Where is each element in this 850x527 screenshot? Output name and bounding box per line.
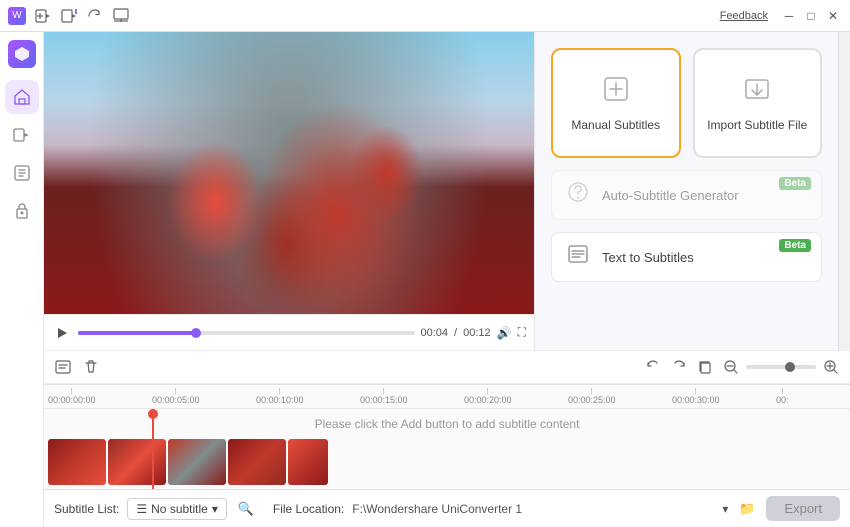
timeline-tools: [44, 350, 850, 384]
ruler-mark-0: 00:00:00:00: [48, 388, 96, 405]
text-to-subtitle-row[interactable]: Text to Subtitles Beta: [551, 232, 822, 282]
timeline-area: 00:00:00:00 00:00:05:00 00:00:10:00 00:0…: [44, 384, 850, 489]
ruler-mark-4: 00:00:20:00: [464, 388, 512, 405]
minimize-button[interactable]: ─: [780, 7, 798, 25]
time-ruler: 00:00:00:00 00:00:05:00 00:00:10:00 00:0…: [44, 385, 850, 409]
ruler-mark-6: 00:00:30:00: [672, 388, 720, 405]
subtitle-select-icon: ☰: [136, 502, 147, 516]
text-to-subtitle-label: Text to Subtitles: [602, 250, 694, 265]
sidebar-item-compress[interactable]: [5, 156, 39, 190]
text-to-subtitle-icon: [564, 243, 592, 271]
subtitle-options-row: Manual Subtitles Import Subtitle File: [551, 48, 822, 158]
zoom-out-button[interactable]: [720, 356, 742, 378]
manual-subtitle-label: Manual Subtitles: [571, 118, 660, 132]
file-location-label: File Location:: [273, 502, 344, 516]
subtitle-list-label: Subtitle List:: [54, 502, 119, 516]
player-controls: 00:04 / 00:12 🔊 ⛶: [44, 314, 534, 350]
feedback-link[interactable]: Feedback: [720, 10, 768, 22]
video-panel-row: 00:04 / 00:12 🔊 ⛶: [44, 32, 850, 350]
strip-thumb-5: [288, 439, 328, 485]
fullscreen-button[interactable]: ⛶: [518, 325, 526, 340]
ruler-mark-2: 00:00:10:00: [256, 388, 304, 405]
title-bar: W: [0, 0, 850, 32]
video-player: [44, 32, 534, 314]
strip-thumb-1: [48, 439, 106, 485]
copy-button[interactable]: [694, 356, 716, 378]
manual-subtitles-card[interactable]: Manual Subtitles: [551, 48, 681, 158]
ruler-mark-5: 00:00:25:00: [568, 388, 616, 405]
subtitle-dropdown-icon: ▾: [212, 502, 218, 516]
file-path-arrow: ▾: [722, 502, 728, 516]
sidebar-logo: [8, 40, 36, 68]
text-tool-button[interactable]: [52, 356, 74, 378]
zoom-handle: [785, 362, 795, 372]
right-scrollbar[interactable]: [838, 32, 850, 350]
sidebar-item-convert[interactable]: [5, 118, 39, 152]
progress-bar[interactable]: [78, 331, 415, 335]
subtitle-message: Please click the Add button to add subti…: [44, 417, 850, 431]
video-background: [44, 32, 534, 314]
sidebar: [0, 32, 44, 527]
ruler-mark-3: 00:00:15:00: [360, 388, 408, 405]
main-area: 00:04 / 00:12 🔊 ⛶: [0, 32, 850, 527]
zoom-in-button[interactable]: [820, 356, 842, 378]
subtitle-select[interactable]: ☰ No subtitle ▾: [127, 498, 227, 520]
open-folder-button[interactable]: 📁: [736, 498, 758, 520]
timeline-tools-right: [642, 356, 842, 378]
progress-handle: [191, 328, 201, 338]
subtitle-search-button[interactable]: 🔍: [235, 498, 257, 520]
export-button: Export: [766, 496, 840, 521]
import-subtitle-label: Import Subtitle File: [707, 118, 807, 132]
timeline-tools-left: [52, 356, 102, 378]
time-display: 00:04: [421, 327, 449, 339]
zoom-slider[interactable]: [746, 365, 816, 369]
redo-button[interactable]: [668, 356, 690, 378]
rotate-button[interactable]: [84, 5, 106, 27]
title-bar-right: Feedback ─ □ ✕: [720, 7, 842, 25]
text-to-subtitle-beta-badge: Beta: [779, 239, 811, 252]
ruler-mark-1: 00:00:05:00: [152, 388, 200, 405]
subtitle-select-value: No subtitle: [151, 502, 208, 516]
manual-subtitle-icon: [602, 75, 630, 110]
volume-icon[interactable]: 🔊: [497, 326, 512, 340]
toolbar-icons: [32, 5, 132, 27]
auto-subtitle-beta-badge: Beta: [779, 177, 811, 190]
strip-thumb-4: [228, 439, 286, 485]
strip-thumb-2: [108, 439, 166, 485]
strip-thumb-3: [168, 439, 226, 485]
time-separator: /: [454, 327, 457, 339]
progress-fill: [78, 331, 196, 335]
sidebar-item-watermark[interactable]: [5, 194, 39, 228]
undo-button[interactable]: [642, 356, 664, 378]
auto-subtitle-icon: [564, 181, 592, 209]
video-strip: [48, 439, 846, 485]
delete-button[interactable]: [80, 356, 102, 378]
video-section: 00:04 / 00:12 🔊 ⛶: [44, 32, 534, 350]
file-path: F:\Wondershare UniConverter 1: [352, 502, 714, 516]
title-bar-left: W: [8, 5, 132, 27]
ruler-mark-7: 00:: [776, 388, 789, 405]
time-total: 00:12: [463, 327, 491, 339]
settings-button[interactable]: [110, 5, 132, 27]
play-button[interactable]: [52, 323, 72, 343]
bottom-bar: Subtitle List: ☰ No subtitle ▾ 🔍 File Lo…: [44, 489, 850, 527]
auto-subtitle-label: Auto-Subtitle Generator: [602, 188, 739, 203]
auto-subtitle-row: Auto-Subtitle Generator Beta: [551, 170, 822, 220]
playhead: [152, 409, 154, 489]
import-subtitle-card[interactable]: Import Subtitle File: [693, 48, 823, 158]
content-area: 00:04 / 00:12 🔊 ⛶: [44, 32, 850, 527]
add-subtitle-button[interactable]: [58, 5, 80, 27]
import-subtitle-icon: [743, 75, 771, 110]
video-frame: [44, 32, 534, 314]
timeline-content: Please click the Add button to add subti…: [44, 409, 850, 489]
add-video-button[interactable]: [32, 5, 54, 27]
right-panel: Manual Subtitles Import Subtitle File: [534, 32, 838, 350]
close-button[interactable]: ✕: [824, 7, 842, 25]
maximize-button[interactable]: □: [802, 7, 820, 25]
sidebar-item-home[interactable]: [5, 80, 39, 114]
app-logo: W: [8, 7, 26, 25]
